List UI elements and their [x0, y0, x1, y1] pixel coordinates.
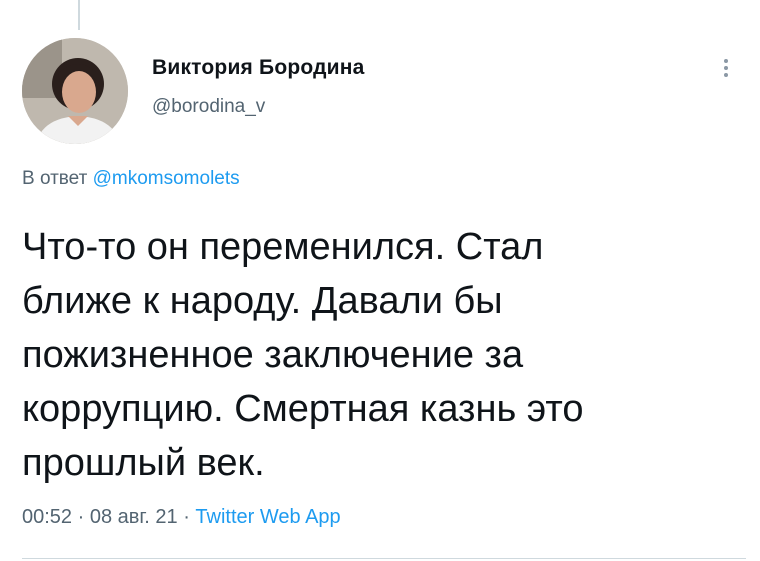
tweet-source-link[interactable]: Twitter Web App: [195, 506, 340, 528]
more-vertical-icon: [716, 59, 736, 77]
tweet-meta: 00:52 · 08 авг. 21 · Twitter Web App: [22, 506, 341, 529]
avatar-photo-icon: [22, 38, 128, 144]
tweet-date[interactable]: 08 авг. 21: [90, 506, 178, 528]
tweet-time[interactable]: 00:52: [22, 506, 72, 528]
avatar[interactable]: [22, 38, 128, 144]
more-options-button[interactable]: [716, 56, 736, 86]
meta-separator: ·: [183, 506, 190, 528]
divider: [22, 558, 746, 559]
tweet-text: Что-то он переменился. Стал ближе к наро…: [22, 226, 584, 484]
reply-prefix: В ответ: [22, 168, 88, 189]
reply-context: В ответ @mkomsomolets: [22, 168, 240, 190]
author-handle[interactable]: @borodina_v: [152, 96, 365, 118]
tweet: Виктория Бородина @borodina_v В ответ @m…: [0, 0, 760, 561]
meta-separator: ·: [77, 506, 85, 528]
reply-mention-link[interactable]: @mkomsomolets: [93, 168, 240, 189]
author-display-name[interactable]: Виктория Бородина: [152, 56, 365, 80]
author-info: Виктория Бородина @borodina_v: [152, 56, 365, 118]
